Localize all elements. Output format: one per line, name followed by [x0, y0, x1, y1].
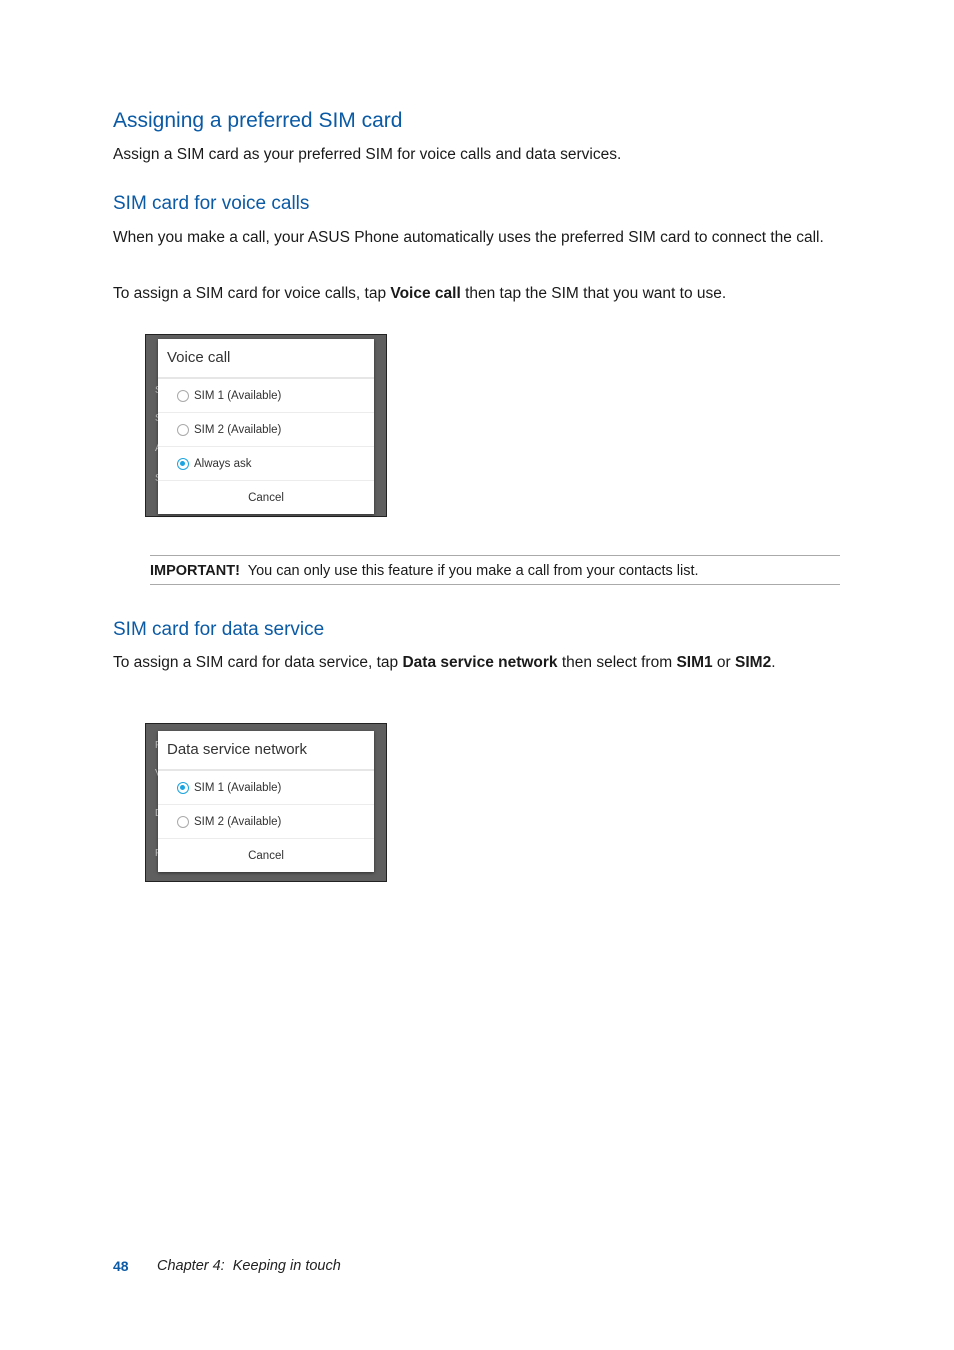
- cancel-button[interactable]: Cancel: [158, 839, 374, 872]
- dialog-title: Data service network: [158, 731, 374, 771]
- option-label: Always ask: [194, 457, 252, 470]
- term: SIM1: [676, 654, 713, 671]
- text: To assign a SIM card for voice calls, ta…: [113, 285, 391, 302]
- section-title: Assigning a preferred SIM card: [113, 109, 403, 132]
- option-sim2[interactable]: SIM 2 (Available): [158, 805, 374, 839]
- note-label: IMPORTANT!: [150, 563, 240, 579]
- data-service-dialog: Data service network SIM 1 (Available) S…: [158, 731, 374, 872]
- data-service-screenshot: FVDF Data service network SIM 1 (Availab…: [145, 723, 387, 882]
- radio-unselected-icon[interactable]: [177, 389, 189, 402]
- option-sim1[interactable]: SIM 1 (Available): [158, 771, 374, 805]
- voice-heading: SIM card for voice calls: [113, 193, 310, 214]
- term: Data service network: [402, 654, 558, 671]
- text: or: [712, 654, 736, 671]
- important-note: IMPORTANT! You can only use this feature…: [150, 555, 840, 585]
- text: .: [771, 654, 776, 671]
- section-intro: Assign a SIM card as your preferred SIM …: [113, 146, 622, 163]
- radio-unselected-icon[interactable]: [177, 815, 189, 828]
- radio-selected-icon[interactable]: [177, 457, 189, 470]
- text: then select from: [557, 654, 677, 671]
- radio-selected-icon[interactable]: [177, 781, 189, 794]
- data-para: To assign a SIM card for data service, t…: [113, 652, 833, 673]
- option-always-ask[interactable]: Always ask: [158, 447, 374, 481]
- page-number: 48: [113, 1258, 129, 1274]
- data-heading: SIM card for data service: [113, 619, 325, 640]
- cancel-button[interactable]: Cancel: [158, 481, 374, 514]
- text: then tap the SIM that you want to use.: [460, 285, 727, 302]
- note-text: You can only use this feature if you mak…: [247, 563, 699, 579]
- voice-call-dialog: Voice call SIM 1 (Available) SIM 2 (Avai…: [158, 339, 374, 514]
- option-label: SIM 1 (Available): [194, 781, 282, 794]
- term: SIM2: [735, 654, 772, 671]
- voice-para2: To assign a SIM card for voice calls, ta…: [113, 283, 833, 304]
- option-label: SIM 1 (Available): [194, 389, 282, 402]
- radio-unselected-icon[interactable]: [177, 423, 189, 436]
- voice-call-screenshot: SSAS Voice call SIM 1 (Available) SIM 2 …: [145, 334, 387, 517]
- option-sim2[interactable]: SIM 2 (Available): [158, 413, 374, 447]
- option-label: SIM 2 (Available): [194, 423, 282, 436]
- option-label: SIM 2 (Available): [194, 815, 282, 828]
- option-sim1[interactable]: SIM 1 (Available): [158, 379, 374, 413]
- text: To assign a SIM card for data service, t…: [113, 654, 403, 671]
- dialog-title: Voice call: [158, 339, 374, 379]
- voice-para1: When you make a call, your ASUS Phone au…: [113, 229, 824, 246]
- voice-call-term: Voice call: [390, 285, 461, 302]
- chapter-title: Chapter 4: Keeping in touch: [157, 1258, 341, 1274]
